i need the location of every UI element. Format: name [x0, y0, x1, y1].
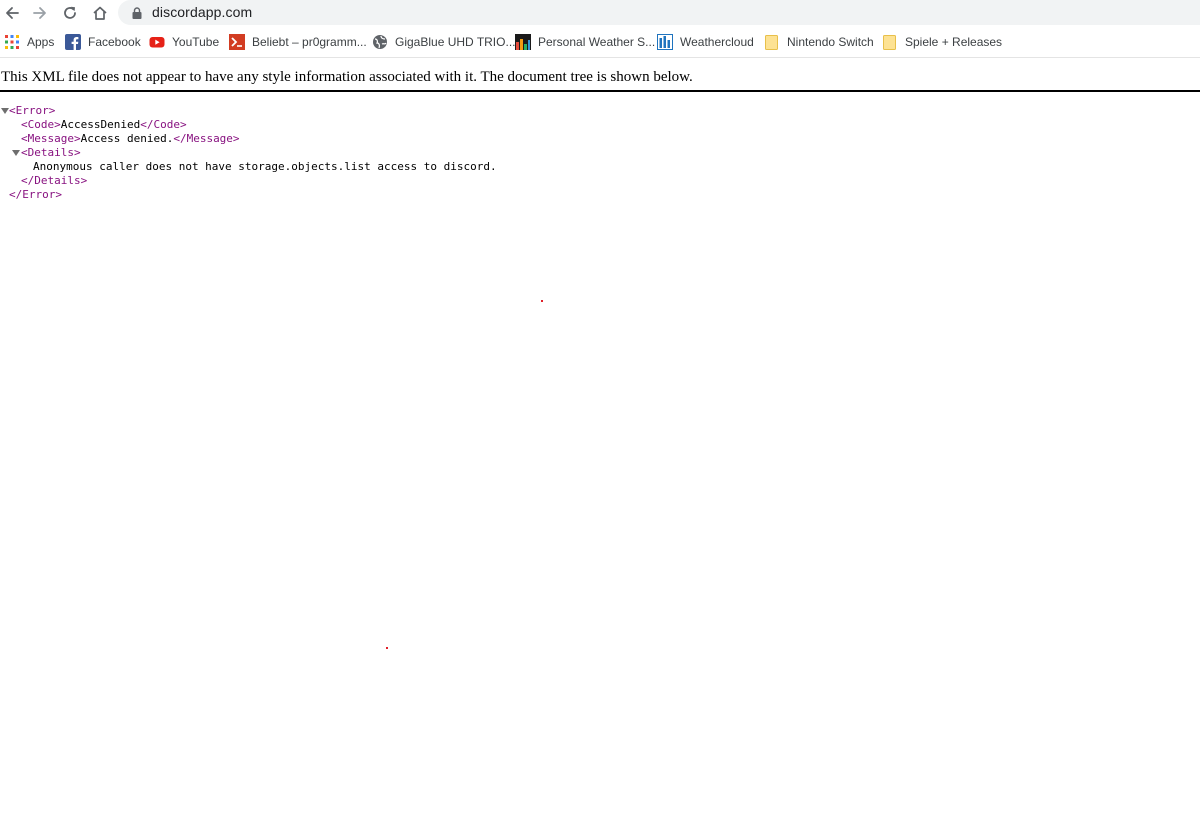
xml-tag: </Error>: [9, 188, 62, 201]
home-button[interactable]: [88, 1, 112, 25]
xml-tag: <Error>: [9, 104, 56, 117]
bookmark-personal-weather[interactable]: Personal Weather S...: [515, 34, 655, 50]
xml-line-message: <Message>Access denied.</Message>: [21, 132, 240, 146]
xml-line-error-open: <Error>: [9, 104, 55, 118]
bookmark-label: Beliebt – pr0gramm...: [252, 35, 367, 49]
address-bar[interactable]: discordapp.com: [118, 0, 1200, 25]
xml-line-error-close: </Error>: [9, 188, 62, 202]
arrow-left-icon: [6, 7, 19, 19]
xml-tag: <Code>: [21, 118, 61, 131]
youtube-icon: [149, 34, 165, 50]
wunderground-icon: [515, 34, 531, 50]
xml-tag: </Code>: [140, 118, 187, 131]
collapse-details-toggle-icon[interactable]: [12, 150, 20, 156]
bookmark-apps[interactable]: Apps: [4, 34, 54, 50]
bookmark-label: Facebook: [88, 35, 141, 49]
bookmark-pr0gramm[interactable]: Beliebt – pr0gramm...: [229, 34, 367, 50]
bookmarks-bar: Apps Facebook YouTube Beliebt – pr0gramm…: [0, 26, 1200, 58]
bookmark-label: Spiele + Releases: [905, 35, 1003, 49]
bookmark-label: Personal Weather S...: [538, 35, 656, 49]
reload-icon: [64, 6, 76, 19]
xml-tag: <Details>: [21, 146, 81, 159]
weathercloud-icon: [657, 34, 673, 50]
browser-toolbar: discordapp.com: [0, 0, 1200, 26]
bookmark-folder-spiele-releases[interactable]: Spiele + Releases: [882, 34, 1002, 50]
xml-line-details-text: Anonymous caller does not have storage.o…: [33, 160, 497, 174]
folder-icon: [764, 34, 780, 50]
collapse-error-toggle-icon[interactable]: [1, 108, 9, 114]
home-icon: [93, 6, 107, 20]
xml-line-details-open: <Details>: [21, 146, 81, 160]
xml-header-divider: [0, 90, 1200, 92]
xml-line-details-close: </Details>: [21, 174, 87, 188]
xml-text: Access denied.: [80, 132, 174, 145]
bookmark-label: Weathercloud: [680, 35, 754, 49]
red-dot-artifact: [386, 647, 388, 649]
bookmark-weathercloud[interactable]: Weathercloud: [657, 34, 754, 50]
bookmark-label: Nintendo Switch: [787, 35, 874, 49]
xml-text: Anonymous caller does not have storage.o…: [33, 160, 497, 173]
bookmark-folder-nintendo-switch[interactable]: Nintendo Switch: [764, 34, 874, 50]
lock-icon[interactable]: [132, 6, 142, 24]
bookmark-facebook[interactable]: Facebook: [65, 34, 141, 50]
facebook-icon: [65, 34, 81, 50]
bookmark-label: GigaBlue UHD TRIO...: [395, 35, 516, 49]
red-dot-artifact: [541, 300, 543, 302]
xml-tag: </Details>: [21, 174, 88, 187]
forward-button[interactable]: [28, 1, 52, 25]
folder-icon: [882, 34, 898, 50]
bookmark-label: Apps: [27, 35, 55, 49]
xml-tag: <Message>: [21, 132, 81, 145]
xml-line-code: <Code>AccessDenied</Code>: [21, 118, 187, 132]
back-button[interactable]: [0, 1, 24, 25]
xml-tag: </Message>: [173, 132, 240, 145]
bookmark-label: YouTube: [172, 35, 220, 49]
url-text[interactable]: discordapp.com: [152, 4, 252, 20]
globe-icon: [372, 34, 388, 50]
bookmark-youtube[interactable]: YouTube: [149, 34, 219, 50]
bookmark-gigablue[interactable]: GigaBlue UHD TRIO...: [372, 34, 515, 50]
pr0gramm-icon: [229, 34, 245, 50]
arrow-right-icon: [33, 7, 46, 19]
reload-button[interactable]: [58, 1, 82, 25]
xml-text: AccessDenied: [60, 118, 141, 131]
xml-style-notice: This XML file does not appear to have an…: [1, 69, 693, 85]
apps-grid-icon: [4, 34, 20, 50]
